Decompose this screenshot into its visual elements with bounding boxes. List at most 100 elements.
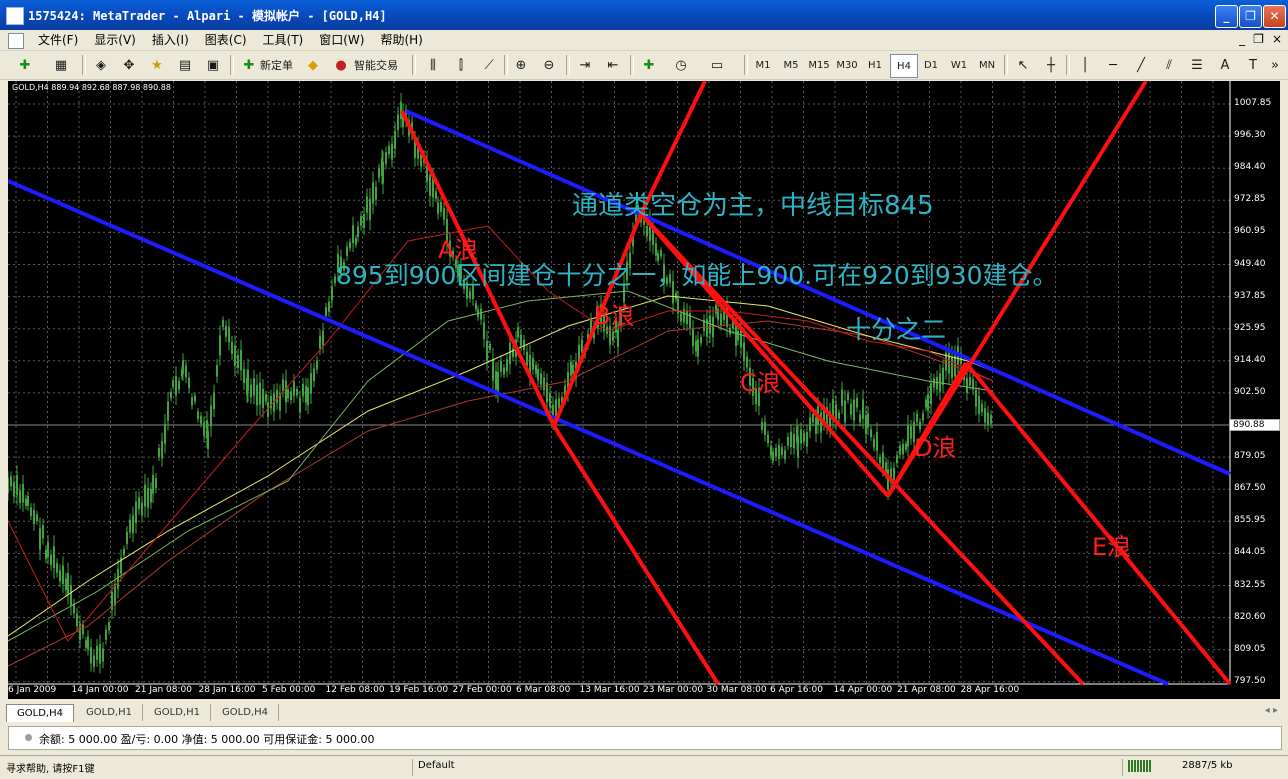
- candle-body: [720, 313, 722, 326]
- toolbar-more-icon[interactable]: »: [1268, 54, 1282, 76]
- expert-advisors-icon[interactable]: ●: [330, 54, 352, 76]
- candle-body: [927, 394, 929, 411]
- mdi-restore-button[interactable]: ❐: [1253, 32, 1264, 46]
- timeframe-mn[interactable]: MN: [974, 54, 1000, 76]
- fibonacci-icon[interactable]: ☰: [1186, 54, 1208, 76]
- candle-body: [787, 436, 789, 446]
- wave-e-line: [964, 361, 1232, 686]
- new-order-button[interactable]: 新定单: [260, 54, 293, 76]
- candle-body: [784, 450, 786, 460]
- timeframe-m15[interactable]: M15: [806, 54, 832, 76]
- market-watch-icon[interactable]: ◈: [90, 54, 112, 76]
- time-tick-label: 28 Apr 16:00: [960, 685, 1020, 695]
- candle-body: [790, 431, 792, 448]
- trendline-icon[interactable]: ╱: [1130, 54, 1152, 76]
- zoom-out-icon[interactable]: ⊖: [538, 54, 560, 76]
- periods-icon[interactable]: ◷: [670, 54, 692, 76]
- toolbar: ✚ ▦ ◈ ✥ ★ ▤ ▣ ✚ 新定单 ◆ ● 智能交易 ⫼ ⫿ ⟋ ⊕ ⊖ ⇥…: [0, 51, 1288, 80]
- tab-gold-h4-2[interactable]: GOLD,H4: [212, 704, 279, 721]
- mdi-close-button[interactable]: ×: [1272, 32, 1282, 46]
- auto-scroll-icon[interactable]: ⇥: [574, 54, 596, 76]
- candle-body: [346, 246, 348, 257]
- candle-body: [352, 225, 354, 244]
- text-label-icon[interactable]: T: [1242, 54, 1264, 76]
- document-icon[interactable]: [8, 33, 24, 49]
- candle-body: [313, 368, 315, 381]
- timeframe-m30[interactable]: M30: [834, 54, 860, 76]
- candle-body: [700, 337, 702, 344]
- templates-icon[interactable]: ▭: [706, 54, 728, 76]
- menu-file[interactable]: 文件(F): [30, 32, 86, 48]
- menu-charts[interactable]: 图表(C): [197, 32, 255, 48]
- candle-body: [164, 423, 166, 444]
- timeframe-m5[interactable]: M5: [778, 54, 804, 76]
- timeframe-h1[interactable]: H1: [862, 54, 888, 76]
- mdi-minimize-button[interactable]: _: [1239, 32, 1245, 46]
- candle-body: [42, 525, 44, 539]
- candle-body: [135, 501, 137, 523]
- menu-help[interactable]: 帮助(H): [372, 32, 430, 48]
- candle-body: [847, 393, 849, 401]
- chart-shift-icon[interactable]: ⇤: [602, 54, 624, 76]
- candle-body: [33, 510, 35, 524]
- meta-editor-icon[interactable]: ◆: [302, 54, 324, 76]
- candle-body: [617, 329, 619, 347]
- candle-body: [276, 389, 278, 404]
- candle-body: [429, 175, 431, 196]
- profiles-icon[interactable]: ▦: [50, 54, 72, 76]
- menu-window[interactable]: 窗口(W): [311, 32, 372, 48]
- timeframe-h4[interactable]: H4: [890, 54, 918, 78]
- candle-body: [67, 573, 69, 594]
- channel-icon[interactable]: ⫽: [1158, 54, 1180, 76]
- terminal-icon[interactable]: ▤: [174, 54, 196, 76]
- wave-b-label: B浪: [594, 302, 635, 330]
- price-chart[interactable]: GOLD,H4 889.94 892.68 887.98 890.88 通道类空…: [8, 81, 1280, 699]
- close-button[interactable]: ✕: [1263, 5, 1286, 28]
- title-bar: 1575424: MetaTrader - Alpari - 模拟帐户 - [G…: [0, 0, 1288, 30]
- candle-body: [316, 360, 318, 370]
- candle-body: [740, 329, 742, 347]
- candle-body: [896, 455, 898, 464]
- menu-view[interactable]: 显示(V): [86, 32, 144, 48]
- minimize-button[interactable]: _: [1215, 5, 1238, 28]
- tab-gold-h4-1[interactable]: GOLD,H4: [6, 704, 74, 722]
- candle-body: [290, 391, 292, 401]
- candle-body: [867, 413, 869, 428]
- candle-body: [56, 563, 58, 573]
- candlestick-icon[interactable]: ⫿: [450, 54, 472, 76]
- new-chart-icon[interactable]: ✚: [14, 54, 36, 76]
- tester-icon[interactable]: ▣: [202, 54, 224, 76]
- horizontal-line-icon[interactable]: ─: [1102, 54, 1124, 76]
- maximize-button[interactable]: ❐: [1239, 5, 1262, 28]
- timeframe-w1[interactable]: W1: [946, 54, 972, 76]
- vertical-line-icon[interactable]: │: [1074, 54, 1096, 76]
- price-tick-label: 879.05: [1234, 451, 1266, 462]
- timeframe-d1[interactable]: D1: [918, 54, 944, 76]
- candle-body: [152, 474, 154, 494]
- candle-body: [800, 429, 802, 444]
- expert-advisors-button[interactable]: 智能交易: [354, 54, 398, 76]
- tab-gold-h1-2[interactable]: GOLD,H1: [144, 704, 211, 721]
- tab-scroll-arrows[interactable]: ◂ ▸: [1265, 705, 1278, 716]
- text-tool-icon[interactable]: A: [1214, 54, 1236, 76]
- menu-tools[interactable]: 工具(T): [255, 32, 312, 48]
- cursor-icon[interactable]: ↖: [1012, 54, 1034, 76]
- menu-insert[interactable]: 插入(I): [144, 32, 197, 48]
- crosshair-icon[interactable]: ┼: [1040, 54, 1062, 76]
- candle-body: [219, 335, 221, 356]
- wave-c-label: C浪: [740, 369, 781, 397]
- candle-body: [517, 327, 519, 338]
- tab-gold-h1-1[interactable]: GOLD,H1: [76, 704, 143, 721]
- navigator-icon[interactable]: ★: [146, 54, 168, 76]
- candle-body: [437, 202, 439, 214]
- data-window-icon[interactable]: ✥: [118, 54, 140, 76]
- line-chart-icon[interactable]: ⟋: [478, 54, 500, 76]
- chart-canvas[interactable]: [8, 81, 1280, 699]
- timeframe-m1[interactable]: M1: [750, 54, 776, 76]
- bar-chart-icon[interactable]: ⫼: [422, 54, 444, 76]
- zoom-in-icon[interactable]: ⊕: [510, 54, 532, 76]
- candle-body: [207, 431, 209, 450]
- indicators-icon[interactable]: ✚: [638, 54, 660, 76]
- new-order-icon[interactable]: ✚: [238, 54, 260, 76]
- candle-body: [36, 514, 38, 522]
